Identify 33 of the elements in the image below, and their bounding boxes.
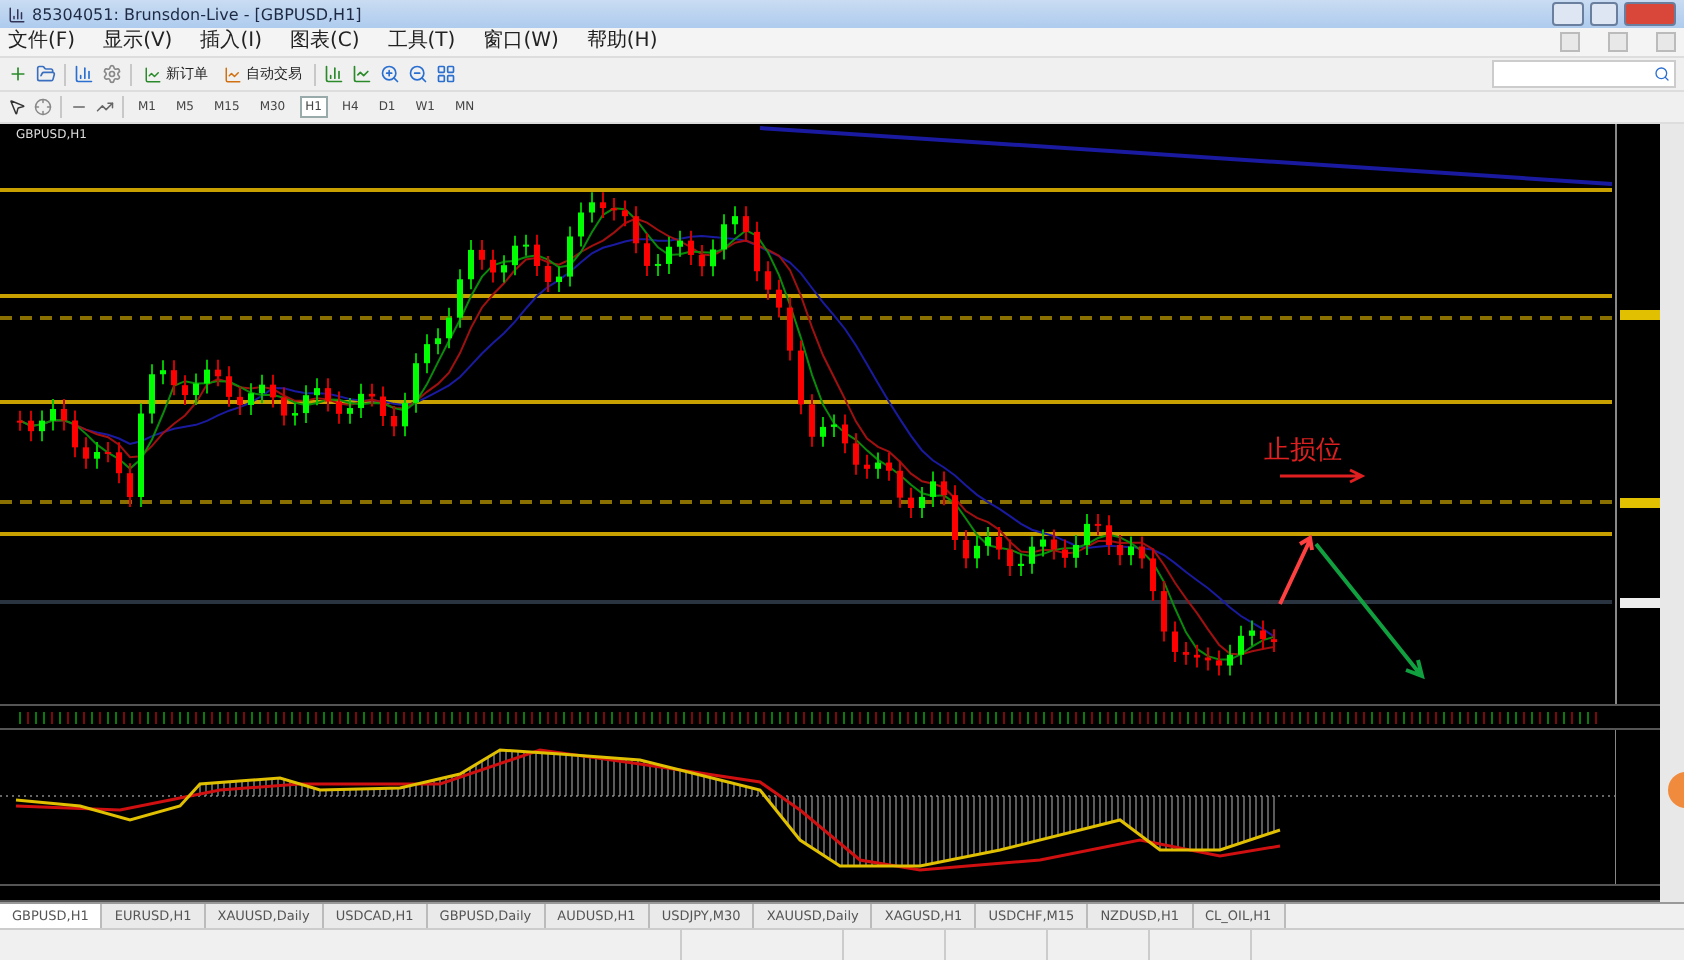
settings-icon[interactable] (102, 64, 122, 84)
new-chart-icon[interactable] (8, 64, 28, 84)
crosshair-icon[interactable] (34, 98, 52, 116)
grid-icon[interactable] (436, 64, 456, 84)
cursor-icon[interactable] (8, 98, 26, 116)
window-title: 85304051: Brunsdon-Live - [GBPUSD,H1] (32, 5, 364, 23)
zoom-in-icon[interactable] (380, 64, 400, 84)
trend-line-icon[interactable] (96, 98, 114, 116)
menu-item[interactable]: 文件(F) (8, 30, 76, 54)
up-arrow (1278, 534, 1314, 606)
bar-chart-icon[interactable] (324, 64, 344, 84)
chart-icon (144, 65, 162, 83)
price-marker (1620, 310, 1660, 320)
menu-item[interactable]: 工具(T) (387, 30, 456, 54)
right-arrow (1278, 468, 1366, 484)
chart-annotation: 止损位 (1264, 434, 1342, 468)
menu-item[interactable]: 插入(I) (200, 30, 262, 54)
price-marker (1620, 498, 1660, 508)
menu-item[interactable]: 帮助(H) (586, 30, 658, 54)
folder-icon[interactable] (36, 64, 56, 84)
chart-icon[interactable] (74, 64, 94, 84)
menu-item[interactable]: 图表(C) (289, 30, 360, 54)
search-field[interactable] (1492, 60, 1676, 88)
menu-item[interactable]: 窗口(W) (483, 30, 559, 54)
search-icon (1654, 66, 1670, 82)
maximize-button[interactable] (1590, 2, 1618, 26)
chart-icon (224, 65, 242, 83)
app-icon (8, 5, 26, 23)
down-arrow (1314, 542, 1425, 680)
line-chart-icon[interactable] (352, 64, 372, 84)
zoom-out-icon[interactable] (408, 64, 428, 84)
menu-item[interactable]: 显示(V) (103, 30, 173, 54)
minimize-button[interactable] (1552, 2, 1584, 26)
